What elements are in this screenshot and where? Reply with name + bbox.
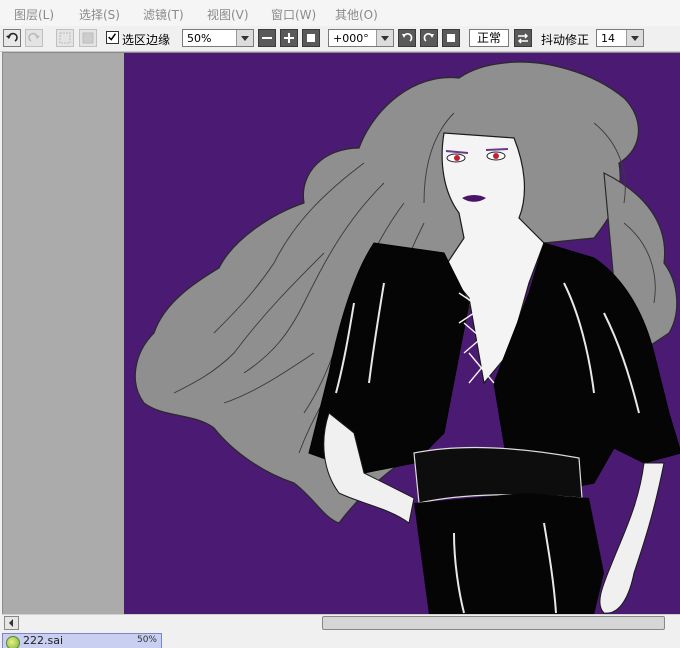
menu-view[interactable]: 视图(V) (207, 6, 249, 23)
invert-selection-button[interactable] (79, 29, 97, 47)
zoom-reset-button[interactable] (302, 29, 320, 47)
square-icon (447, 34, 455, 42)
chevron-down-icon (626, 30, 643, 46)
rotate-reset-button[interactable] (442, 29, 460, 47)
stabilizer-label: 抖动修正 (541, 33, 590, 47)
zoom-in-button[interactable] (280, 29, 298, 47)
minus-icon (262, 37, 272, 39)
flip-horizontal-icon (518, 33, 528, 44)
horizontal-scrollbar[interactable] (2, 614, 680, 632)
menu-filter[interactable]: 滤镜(T) (143, 6, 184, 23)
deselect-icon (59, 32, 71, 44)
flip-horizontal-button[interactable] (514, 29, 532, 47)
redo-icon (28, 32, 40, 42)
undo-icon (6, 32, 18, 42)
selection-edge-label: 选区边缘 (122, 33, 171, 47)
chevron-left-icon (9, 619, 13, 627)
zoom-out-button[interactable] (258, 29, 276, 47)
undo-button[interactable] (3, 29, 21, 47)
rotate-right-icon (423, 33, 434, 42)
rotate-right-button[interactable] (420, 29, 438, 47)
document-tab-bar: 222.sai 50% (0, 632, 680, 648)
chevron-down-icon (236, 30, 253, 46)
menu-window[interactable]: 窗口(W) (271, 6, 316, 23)
square-icon (307, 34, 315, 42)
deselect-button[interactable] (56, 29, 74, 47)
document-name: 222.sai (23, 634, 64, 647)
selection-edge-checkbox[interactable] (106, 31, 119, 44)
invert-selection-icon (82, 32, 94, 44)
scroll-left-button[interactable] (4, 616, 19, 630)
rotate-left-icon (402, 33, 413, 42)
canvas-workspace[interactable] (2, 52, 680, 615)
document-thumbnail-icon (6, 636, 20, 648)
plus-icon (284, 33, 294, 43)
menu-bar: 图层(L) 选择(S) 滤镜(T) 视图(V) 窗口(W) 其他(O) (0, 0, 680, 26)
sash (413, 446, 583, 504)
toolbar: 选区边缘 50% +000° 正常 抖动修正 14 (0, 26, 680, 52)
right-hand (599, 462, 665, 614)
stabilizer-value: 14 (601, 32, 615, 45)
redo-button[interactable] (25, 29, 43, 47)
rotate-left-button[interactable] (398, 29, 416, 47)
zoom-select[interactable]: 50% (182, 29, 254, 47)
drawing-canvas[interactable] (124, 53, 680, 615)
menu-select[interactable]: 选择(S) (79, 6, 120, 23)
menu-other[interactable]: 其他(O) (335, 6, 378, 23)
stabilizer-select[interactable]: 14 (596, 29, 644, 47)
checkmark-icon (108, 33, 117, 41)
zoom-value: 50% (187, 32, 212, 45)
artwork (134, 61, 680, 615)
document-tab[interactable]: 222.sai 50% (2, 633, 162, 648)
menu-layer[interactable]: 图层(L) (14, 6, 54, 23)
blend-mode-button[interactable]: 正常 (469, 29, 509, 47)
rotation-select[interactable]: +000° (328, 29, 394, 47)
rotation-value: +000° (333, 32, 369, 45)
scroll-thumb[interactable] (322, 616, 665, 630)
document-zoom: 50% (136, 635, 157, 645)
chevron-down-icon (376, 30, 393, 46)
pants (414, 493, 604, 615)
